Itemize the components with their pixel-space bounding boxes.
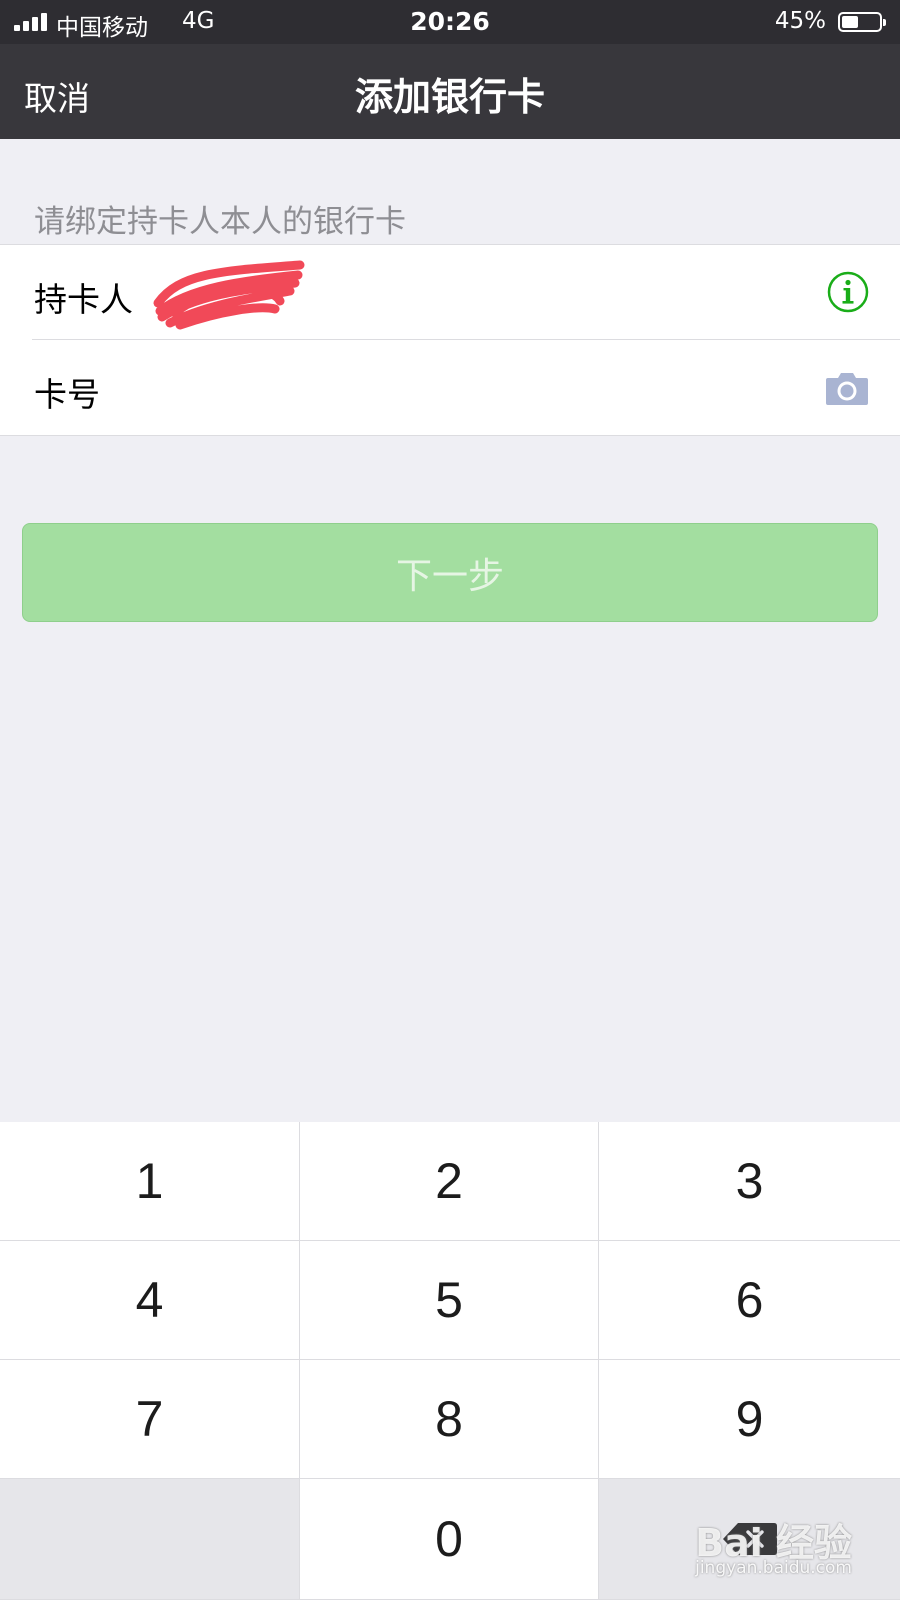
cardholder-row: 持卡人 (0, 245, 900, 340)
battery-icon (838, 12, 886, 32)
battery-percent: 45% (774, 8, 826, 34)
cardholder-label: 持卡人 (34, 280, 133, 319)
status-time: 20:26 (410, 7, 490, 36)
card-form: 持卡人 卡号 (0, 244, 900, 436)
section-hint: 请绑定持卡人本人的银行卡 (34, 204, 406, 240)
camera-icon[interactable] (824, 369, 870, 407)
next-step-button[interactable]: 下一步 (22, 523, 878, 622)
key-5[interactable]: 5 (300, 1241, 599, 1360)
key-7[interactable]: 7 (0, 1360, 300, 1479)
key-1[interactable]: 1 (0, 1122, 300, 1241)
key-4[interactable]: 4 (0, 1241, 300, 1360)
numeric-keypad: 1 2 3 4 5 6 7 8 9 0 (0, 1122, 900, 1600)
cancel-button[interactable]: 取消 (24, 72, 90, 120)
key-2[interactable]: 2 (300, 1122, 599, 1241)
key-0[interactable]: 0 (300, 1479, 599, 1600)
page-title: 添加银行卡 (354, 75, 545, 119)
navigation-bar: 取消 添加银行卡 (0, 44, 900, 139)
info-circle-icon[interactable] (826, 270, 870, 314)
card-number-input[interactable] (150, 360, 794, 418)
key-9[interactable]: 9 (599, 1360, 900, 1479)
card-number-row: 卡号 (0, 340, 900, 435)
delete-key[interactable] (599, 1479, 900, 1600)
key-8[interactable]: 8 (300, 1360, 599, 1479)
key-3[interactable]: 3 (599, 1122, 900, 1241)
key-blank (0, 1479, 300, 1600)
redacted-cardholder-name (153, 260, 305, 330)
key-6[interactable]: 6 (599, 1241, 900, 1360)
status-bar: 中国移动 4G 20:26 45% (0, 0, 900, 44)
backspace-icon (722, 1523, 777, 1555)
card-number-label: 卡号 (34, 375, 100, 414)
battery-fill (842, 16, 858, 28)
